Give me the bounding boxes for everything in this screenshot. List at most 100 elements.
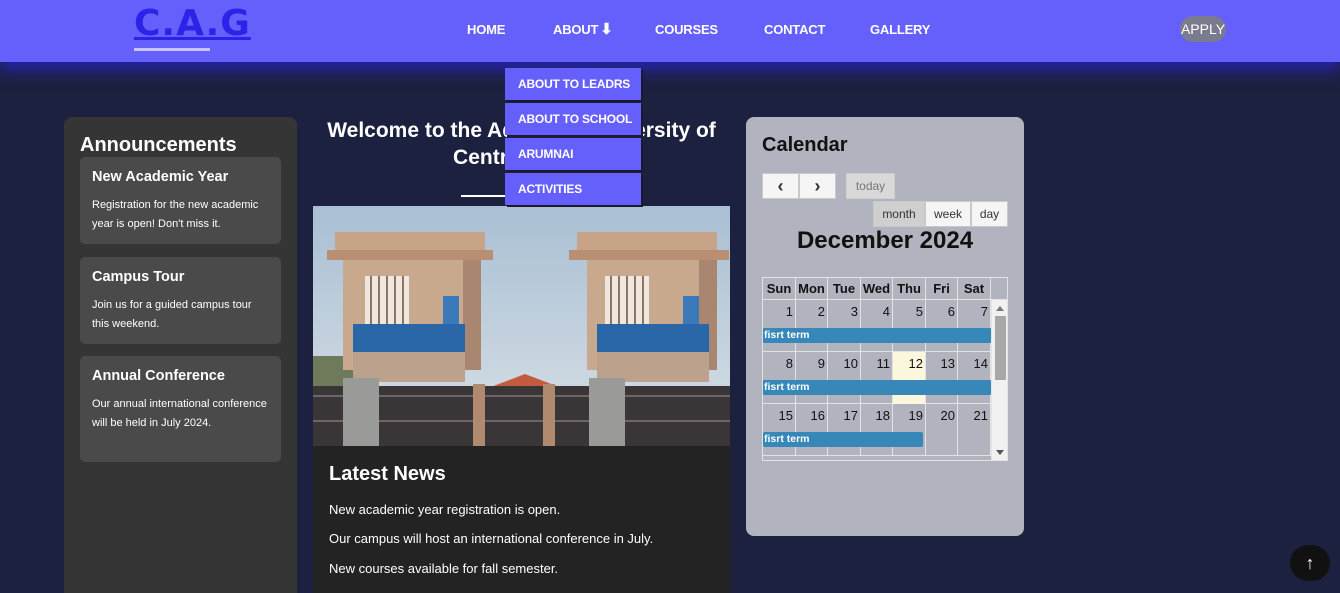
weekday-label: Wed: [861, 278, 893, 300]
announcement-title: New Academic Year: [92, 169, 229, 185]
calendar-day-cell[interactable]: 11: [861, 352, 893, 404]
nav-gallery[interactable]: GALLERY: [870, 22, 930, 38]
announcement-title: Campus Tour: [92, 269, 185, 285]
announcement-text: Join us for a guided campus tour this we…: [92, 299, 252, 330]
dropdown-item-activities[interactable]: ACTIVITIES: [505, 173, 641, 205]
campus-photo: [313, 206, 730, 446]
calendar-day-cell[interactable]: 8: [763, 352, 796, 404]
weekday-label: Sun: [763, 278, 796, 300]
nav-home[interactable]: HOME: [467, 22, 505, 38]
calendar-day-cell[interactable]: 20: [926, 404, 958, 456]
calendar-day-cell[interactable]: 5: [893, 300, 926, 352]
calendar-day-cell[interactable]: 17: [828, 404, 861, 456]
calendar-today-cell[interactable]: 12: [893, 352, 926, 404]
day-number: 1: [785, 304, 793, 319]
apply-button[interactable]: APPLY: [1180, 16, 1226, 42]
logo-underline: [134, 48, 210, 51]
calendar-event[interactable]: fisrt term: [763, 380, 991, 395]
news-item: Our campus will host an international co…: [329, 531, 654, 546]
site-logo[interactable]: C.A.G: [134, 4, 251, 44]
dropdown-item-school[interactable]: ABOUT TO SCHOOL: [505, 103, 641, 135]
announcement-card: Campus Tour Join us for a guided campus …: [80, 257, 281, 344]
day-number: 14: [973, 356, 988, 371]
day-number: 6: [947, 304, 955, 319]
calendar-day-cell[interactable]: 4: [861, 300, 893, 352]
calendar-scrollbar[interactable]: [991, 300, 1007, 460]
day-number: 3: [850, 304, 858, 319]
day-number: 18: [875, 408, 890, 423]
calendar-month-grid: Sun Mon Tue Wed Thu Fri Sat 1 2 3 4 5 6 …: [762, 277, 1008, 461]
calendar-panel: Calendar ‹ › today month week day Decemb…: [746, 117, 1024, 536]
day-number: 2: [817, 304, 825, 319]
calendar-day-cell[interactable]: 14: [958, 352, 991, 404]
calendar-next-button[interactable]: ›: [799, 173, 836, 199]
day-number: 10: [843, 356, 858, 371]
arrow-up-icon: ↑: [1305, 553, 1315, 573]
calendar-day-cell[interactable]: 7: [958, 300, 991, 352]
weekday-label: Mon: [796, 278, 828, 300]
calendar-day-cell[interactable]: 9: [796, 352, 828, 404]
scroll-thumb[interactable]: [995, 316, 1006, 380]
nav-about-label: ABOUT: [553, 22, 599, 37]
arrow-down-icon: ⬇: [600, 21, 613, 38]
day-number: 4: [882, 304, 890, 319]
calendar-prev-button[interactable]: ‹: [762, 173, 799, 199]
calendar-day-cell[interactable]: 10: [828, 352, 861, 404]
scroll-down-arrow-icon[interactable]: [996, 450, 1004, 455]
nav-contact[interactable]: CONTACT: [764, 22, 825, 38]
calendar-weekday-header: Sun Mon Tue Wed Thu Fri Sat: [763, 278, 1007, 300]
calendar-event[interactable]: fisrt term: [763, 328, 991, 343]
calendar-day-cell[interactable]: 3: [828, 300, 861, 352]
news-item: New academic year registration is open.: [329, 502, 561, 517]
calendar-event[interactable]: fisrt term: [763, 432, 923, 447]
dropdown-item-alumni[interactable]: ARUMNAI: [505, 138, 641, 170]
scroll-up-arrow-icon[interactable]: [996, 306, 1004, 311]
calendar-day-cell[interactable]: 1: [763, 300, 796, 352]
day-number: 7: [980, 304, 988, 319]
day-number: 20: [940, 408, 955, 423]
calendar-day-cell[interactable]: 6: [926, 300, 958, 352]
calendar-month-heading: December 2024: [796, 227, 974, 254]
announcements-panel: Announcements New Academic Year Registra…: [64, 117, 297, 593]
calendar-day-cell[interactable]: 15: [763, 404, 796, 456]
calendar-month-view-button[interactable]: month: [873, 201, 925, 227]
day-number: 19: [908, 408, 923, 423]
calendar-day-cell[interactable]: 21: [958, 404, 991, 456]
news-item: New courses available for fall semester.: [329, 561, 559, 576]
weekday-label: Sat: [958, 278, 991, 300]
latest-news-title: Latest News: [329, 463, 446, 485]
calendar-day-cell[interactable]: 2: [796, 300, 828, 352]
announcement-text: Our annual international conference will…: [92, 398, 267, 429]
campus-building-image: [313, 206, 730, 446]
day-number: 11: [876, 356, 891, 371]
calendar-day-cell[interactable]: 18: [861, 404, 893, 456]
day-number: 16: [810, 408, 825, 423]
calendar-week-view-button[interactable]: week: [925, 201, 971, 227]
calendar-week-row: 8 9 10 11 12 13 14 fisrt term: [763, 352, 991, 404]
day-number: 5: [915, 304, 923, 319]
announcement-text: Registration for the new academic year i…: [92, 199, 259, 230]
calendar-week-row: 1 2 3 4 5 6 7 fisrt term: [763, 300, 991, 352]
calendar-today-button[interactable]: today: [846, 173, 895, 199]
calendar-title: Calendar: [762, 134, 848, 156]
weekday-label: Fri: [926, 278, 958, 300]
announcements-title: Announcements: [80, 134, 237, 156]
nav-courses[interactable]: COURSES: [655, 22, 718, 38]
back-to-top-button[interactable]: ↑: [1290, 545, 1330, 581]
announcement-card: New Academic Year Registration for the n…: [80, 157, 281, 244]
calendar-day-cell[interactable]: 16: [796, 404, 828, 456]
calendar-week-row: 15 16 17 18 19 20 21 fisrt term: [763, 404, 991, 456]
calendar-day-cell[interactable]: 19: [893, 404, 926, 456]
nav-about[interactable]: ABOUT ⬇: [553, 22, 613, 38]
latest-news-panel: Latest News New academic year registrati…: [313, 446, 730, 593]
day-number: 12: [908, 356, 923, 371]
day-number: 13: [940, 356, 955, 371]
day-number: 15: [778, 408, 793, 423]
day-number: 9: [817, 356, 825, 371]
calendar-day-view-button[interactable]: day: [971, 201, 1008, 227]
calendar-day-cell[interactable]: 13: [926, 352, 958, 404]
chevron-left-icon: ‹: [777, 176, 784, 196]
navbar: C.A.G HOME ABOUT ⬇ COURSES CONTACT GALLER…: [0, 0, 1340, 62]
dropdown-item-leaders[interactable]: ABOUT TO LEADRS: [505, 68, 641, 100]
day-number: 8: [785, 356, 793, 371]
